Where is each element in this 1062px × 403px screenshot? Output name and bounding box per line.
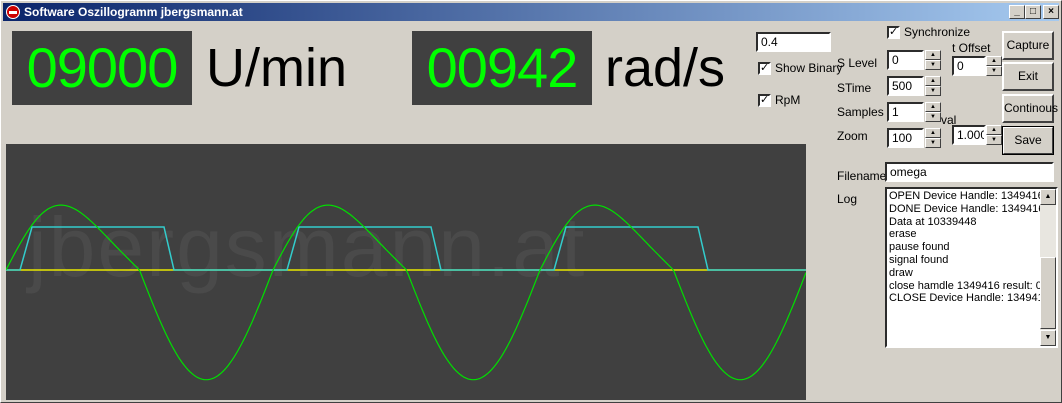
log-line: close hamdle 1349416 result: 0	[889, 279, 1041, 292]
log-line: DONE Device Handle: 1349416	[889, 202, 1041, 215]
t-offset-input[interactable]: 0	[952, 56, 986, 76]
threshold-input[interactable]: 0.4	[756, 32, 831, 52]
close-button[interactable]: ×	[1043, 5, 1059, 19]
samples-input[interactable]: 1	[887, 102, 924, 122]
scroll-down-arrow-icon[interactable]: ▼	[1040, 330, 1056, 346]
minimize-button[interactable]: _	[1009, 5, 1025, 19]
zoom-label: Zoom	[837, 129, 868, 143]
s-level-label: S Level	[837, 56, 878, 70]
zoom-input[interactable]: 100	[887, 128, 924, 148]
rpm-display: 09000	[12, 31, 192, 105]
title-bar[interactable]: Software Oszillogramm jbergsmann.at _ □ …	[3, 3, 1059, 21]
synchronize-checkbox[interactable]: ✓	[887, 26, 900, 39]
log-lines: OPEN Device Handle: 1349416 DONE Device …	[889, 190, 1041, 305]
stime-spinner[interactable]: ▲ ▼	[925, 76, 941, 96]
waveform-plot	[6, 204, 806, 381]
s-level-input[interactable]: 0	[887, 50, 924, 70]
app-icon	[6, 5, 20, 19]
app-window: Software Oszillogramm jbergsmann.at _ □ …	[0, 0, 1062, 403]
log-line: draw	[889, 266, 913, 279]
scroll-thumb[interactable]	[1040, 257, 1056, 329]
log-line: pause found	[889, 241, 950, 254]
rpm-label: RpM	[775, 93, 801, 107]
filename-label: Filename	[837, 169, 887, 183]
rpm-checkbox[interactable]: ✓	[758, 94, 771, 107]
capture-button[interactable]: Capture	[1002, 31, 1054, 60]
log-scrollbar[interactable]: ▲ ▼	[1040, 189, 1056, 346]
log-line: signal found	[889, 253, 949, 266]
omega-display: 00942	[412, 31, 592, 105]
show-binary-checkbox[interactable]: ✓	[758, 62, 771, 75]
window-title: Software Oszillogramm jbergsmann.at	[24, 5, 243, 19]
log-listbox[interactable]: OPEN Device Handle: 1349416 DONE Device …	[885, 187, 1058, 348]
log-line: erase	[889, 228, 917, 241]
stime-label: STime	[837, 81, 872, 95]
samples-label: Samples	[837, 105, 884, 119]
scroll-up-arrow-icon[interactable]: ▲	[1040, 189, 1056, 205]
log-line: OPEN Device Handle: 1349416	[889, 190, 1041, 202]
square-trace	[6, 226, 806, 271]
maximize-button[interactable]: □	[1025, 5, 1041, 19]
val-input[interactable]: 1.000	[952, 125, 986, 145]
s-level-spinner[interactable]: ▲ ▼	[925, 50, 941, 70]
log-label: Log	[837, 192, 858, 206]
sine-trace	[6, 204, 806, 381]
show-binary-label: Show Binary	[775, 61, 843, 75]
rpm-unit: U/min	[206, 38, 348, 98]
oscilloscope-panel: jbergsmann.at	[6, 144, 806, 400]
omega-unit: rad/s	[605, 38, 726, 98]
filename-input[interactable]: omega	[885, 162, 1054, 182]
log-line: CLOSE Device Handle: 1349416	[889, 292, 1041, 305]
val-spinner[interactable]: ▲ ▼	[986, 125, 1002, 145]
t-offset-label: t Offset	[952, 41, 991, 55]
log-line: Data at 10339448	[889, 215, 977, 228]
save-button[interactable]: Save	[1002, 126, 1054, 155]
samples-spinner[interactable]: ▲ ▼	[925, 102, 941, 122]
zoom-spinner[interactable]: ▲ ▼	[925, 128, 941, 148]
t-offset-spinner[interactable]: ▲ ▼	[986, 56, 1002, 76]
exit-button[interactable]: Exit	[1002, 62, 1054, 91]
continous-button[interactable]: Continous	[1002, 94, 1058, 123]
synchronize-label: Synchronize	[904, 25, 971, 39]
stime-input[interactable]: 500	[887, 76, 924, 96]
